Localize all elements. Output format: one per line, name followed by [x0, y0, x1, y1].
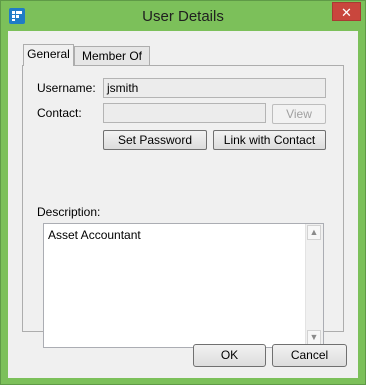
ok-button[interactable]: OK	[193, 344, 266, 367]
tab-general-label: General	[27, 47, 70, 61]
set-password-button[interactable]: Set Password	[103, 130, 207, 150]
description-label: Description:	[37, 205, 101, 219]
close-icon: ✕	[341, 5, 352, 20]
tab-general[interactable]: General	[23, 44, 74, 66]
title-bar[interactable]: User Details ✕	[1, 1, 365, 31]
description-textarea[interactable]: Asset Accountant ▲ ▼	[43, 223, 324, 348]
tab-member-of-label: Member Of	[81, 49, 142, 63]
view-button[interactable]: View	[272, 104, 326, 124]
cancel-button[interactable]: Cancel	[272, 344, 347, 367]
contact-label: Contact:	[37, 106, 82, 120]
contact-field[interactable]	[103, 103, 266, 123]
user-details-window: User Details ✕ General Member Of Usernam…	[0, 0, 366, 385]
scroll-up-button[interactable]: ▲	[307, 225, 321, 240]
general-tab-panel: Username: jsmith Contact: View Set Passw…	[22, 65, 344, 348]
window-title: User Details	[142, 8, 224, 25]
description-text: Asset Accountant	[48, 228, 141, 242]
username-label: Username:	[37, 81, 96, 95]
description-scrollbar[interactable]: ▲ ▼	[305, 224, 323, 347]
dialog-body: General Member Of Username: jsmith Conta…	[8, 31, 358, 378]
username-field[interactable]: jsmith	[103, 78, 326, 98]
link-with-contact-button[interactable]: Link with Contact	[213, 130, 326, 150]
scroll-down-icon: ▼	[309, 332, 319, 342]
scroll-up-icon: ▲	[309, 227, 319, 237]
close-button[interactable]: ✕	[332, 2, 361, 21]
scroll-down-button[interactable]: ▼	[307, 330, 321, 345]
tab-member-of[interactable]: Member Of	[74, 46, 150, 66]
